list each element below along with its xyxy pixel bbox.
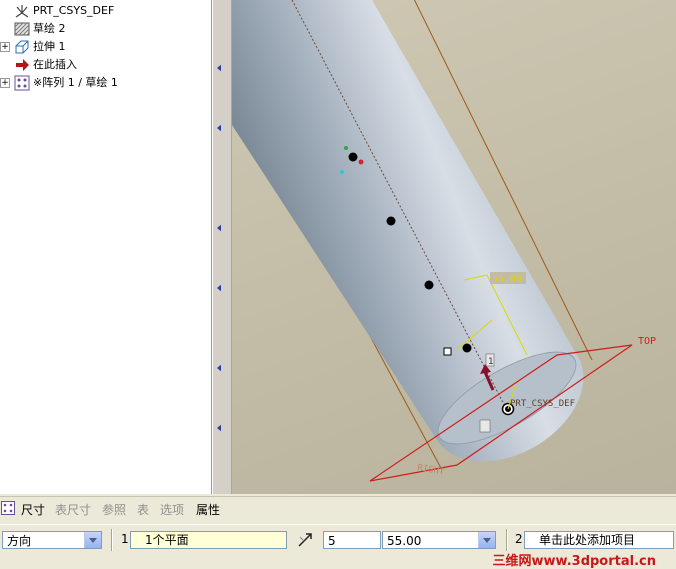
tab-references[interactable]: 参照 bbox=[102, 503, 126, 517]
expand-toggle[interactable]: + bbox=[0, 42, 10, 52]
tree-item-insert-here[interactable]: 在此插入 bbox=[0, 56, 210, 74]
extrude-icon bbox=[14, 39, 30, 55]
chevron-down-icon[interactable] bbox=[478, 532, 495, 548]
model-canvas[interactable]: 55.00 1 TOP RIGHT PRT_CSYS_DEF bbox=[232, 0, 676, 494]
model-tree: PRT_CSYS_DEF 草绘 2 + 拉伸 1 在此插入 + ※阵列 1 / … bbox=[0, 0, 212, 494]
tab-table[interactable]: 表 bbox=[137, 503, 149, 517]
separator bbox=[111, 529, 113, 551]
panel-splitter[interactable] bbox=[212, 0, 231, 494]
datum-label-right[interactable]: RIGHT bbox=[416, 463, 445, 478]
direction2-collector[interactable]: 单击此处添加项目 bbox=[524, 531, 674, 549]
pattern-type-value: 方向 bbox=[7, 534, 32, 548]
tree-item-prt-csys-def[interactable]: PRT_CSYS_DEF bbox=[0, 2, 210, 20]
expand-toggle[interactable]: + bbox=[0, 78, 10, 88]
dashboard-tabs: 尺寸 表尺寸 参照 表 选项 属性 bbox=[0, 496, 676, 523]
collapse-left-icon[interactable] bbox=[217, 284, 221, 292]
sketch-icon bbox=[14, 21, 30, 37]
member-count-input[interactable]: 5 bbox=[323, 531, 381, 549]
member-count-value: 5 bbox=[328, 534, 336, 548]
tree-item-label: PRT_CSYS_DEF bbox=[33, 4, 115, 17]
pattern-type-select[interactable]: 方向 bbox=[2, 531, 102, 549]
tree-item-label: 拉伸 1 bbox=[33, 40, 66, 53]
datum-label-top[interactable]: TOP bbox=[638, 336, 656, 347]
dimension-marker-box bbox=[479, 419, 491, 433]
collector1-index: 1 bbox=[121, 532, 129, 546]
flip-direction-icon[interactable] bbox=[297, 532, 315, 548]
pattern-grid-icon bbox=[1, 501, 15, 515]
marker-count: 1 bbox=[488, 357, 494, 367]
tree-item-label: 在此插入 bbox=[33, 58, 77, 71]
csys-marker-red bbox=[358, 159, 364, 165]
direction1-collector[interactable]: 1个平面 bbox=[130, 531, 287, 549]
collapse-left-icon[interactable] bbox=[217, 64, 221, 72]
direction2-collector-value: 单击此处添加项目 bbox=[539, 533, 636, 547]
tab-properties[interactable]: 属性 bbox=[196, 503, 220, 517]
csys-label[interactable]: PRT_CSYS_DEF bbox=[510, 399, 575, 409]
separator bbox=[506, 529, 508, 551]
csys-marker-cyan bbox=[340, 170, 344, 174]
direction1-collector-value: 1个平面 bbox=[145, 533, 189, 547]
tree-item-sketch-2[interactable]: 草绘 2 bbox=[0, 20, 210, 38]
dimension-label[interactable]: 55.00 bbox=[492, 274, 522, 285]
tab-dimensions[interactable]: 尺寸 bbox=[21, 503, 45, 517]
drag-handle[interactable] bbox=[443, 347, 452, 356]
tab-table-dimensions[interactable]: 表尺寸 bbox=[55, 503, 91, 517]
chevron-down-icon[interactable] bbox=[84, 532, 101, 548]
collector2-index: 2 bbox=[515, 532, 523, 546]
increment-value: 55.00 bbox=[387, 534, 422, 548]
pattern-icon bbox=[14, 75, 30, 91]
csys-marker-green bbox=[344, 146, 348, 150]
tab-options[interactable]: 选项 bbox=[160, 503, 184, 517]
tree-item-extrude-1[interactable]: + 拉伸 1 bbox=[0, 38, 210, 56]
collapse-left-icon[interactable] bbox=[217, 424, 221, 432]
collapse-left-icon[interactable] bbox=[217, 364, 221, 372]
collapse-left-icon[interactable] bbox=[217, 124, 221, 132]
csys-icon bbox=[14, 3, 30, 19]
graphics-viewport[interactable]: 55.00 1 TOP RIGHT PRT_CSYS_DEF bbox=[231, 0, 676, 494]
watermark: 三维网www.3dportal.cn bbox=[492, 554, 656, 569]
insert-here-arrow-icon bbox=[14, 57, 30, 73]
tree-item-label: ※阵列 1 / 草绘 1 bbox=[33, 76, 118, 89]
tree-item-label: 草绘 2 bbox=[33, 22, 66, 35]
collapse-left-icon[interactable] bbox=[217, 224, 221, 232]
increment-select[interactable]: 55.00 bbox=[382, 531, 496, 549]
tree-item-pattern-1[interactable]: + ※阵列 1 / 草绘 1 bbox=[0, 74, 210, 92]
